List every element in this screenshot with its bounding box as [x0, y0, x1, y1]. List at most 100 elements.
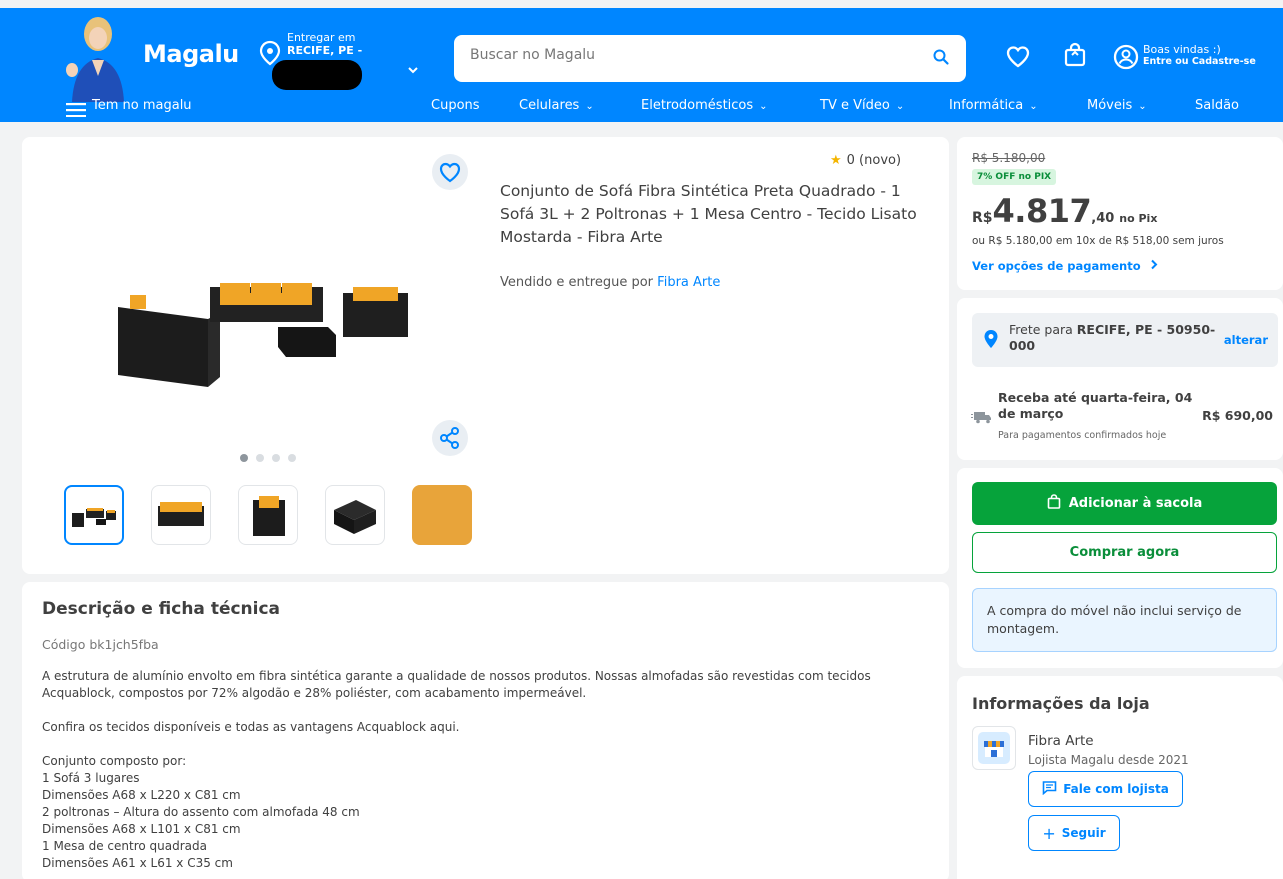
- chevron-down-icon: ⌄: [759, 101, 768, 112]
- user-icon[interactable]: [1113, 44, 1139, 70]
- description-card: Descrição e ficha técnica Código bk1jch5…: [22, 582, 949, 879]
- pix-label: no Pix: [1119, 212, 1158, 225]
- description-title: Descrição e ficha técnica: [42, 599, 281, 619]
- buy-now-button[interactable]: Comprar agora: [972, 532, 1277, 573]
- product-main-image[interactable]: [108, 247, 428, 397]
- nav-item-saldao[interactable]: Saldão: [1195, 98, 1239, 113]
- add-to-bag-label: Adicionar à sacola: [1068, 496, 1203, 511]
- old-price: R$ 5.180,00: [972, 151, 1046, 165]
- nav-item-tv-video[interactable]: TV e Vídeo ⌄: [820, 98, 904, 113]
- thumbnail[interactable]: [325, 485, 385, 545]
- seller-prefix: Vendido e entregue por: [500, 275, 654, 290]
- chevron-down-icon: ⌄: [585, 101, 594, 112]
- favorite-button[interactable]: [432, 154, 468, 190]
- truck-icon: [971, 409, 993, 424]
- location-city[interactable]: RECIFE, PE -: [287, 44, 362, 57]
- chat-with-seller-label: Fale com lojista: [1063, 782, 1169, 796]
- store-card: Informações da loja Fibra Arte Lojista M…: [957, 676, 1283, 879]
- description-line: Conjunto composto por:: [42, 754, 187, 768]
- chevron-down-icon[interactable]: [406, 62, 420, 76]
- current-price: R$4.817,40 no Pix: [972, 192, 1157, 230]
- nav-item-informatica[interactable]: Informática ⌄: [949, 98, 1038, 113]
- search-input[interactable]: [470, 47, 910, 63]
- freight-label: Frete para: [1009, 322, 1073, 337]
- magalu-logo[interactable]: Magalu: [143, 40, 239, 68]
- nav-label: Celulares: [519, 98, 580, 113]
- plus-icon: +: [1042, 823, 1056, 843]
- chevron-down-icon: ⌄: [1029, 101, 1038, 112]
- nav-label: TV e Vídeo: [820, 98, 890, 113]
- heart-icon[interactable]: [1005, 44, 1031, 70]
- nav-label: Saldão: [1195, 98, 1240, 113]
- pagination-dot[interactable]: [240, 454, 248, 462]
- shopping-bag-icon[interactable]: [1062, 42, 1088, 68]
- assembly-notice: A compra do móvel não inclui serviço de …: [972, 588, 1277, 652]
- store-name[interactable]: Fibra Arte: [1028, 733, 1094, 749]
- payment-confirm-note: Para pagamentos confirmados hoje: [998, 430, 1167, 441]
- description-line: Dimensões A68 x L101 x C81 cm: [42, 822, 241, 836]
- pagination-dot[interactable]: [272, 454, 280, 462]
- seller-link[interactable]: Fibra Arte: [657, 275, 720, 290]
- product-card: ★ 0 (novo) Conjunto de Sofá Fibra Sintéti…: [22, 137, 949, 574]
- nav-label: Móveis: [1087, 98, 1133, 113]
- welcome-greeting: Boas vindas :): [1143, 43, 1221, 56]
- change-address-link[interactable]: alterar: [1224, 333, 1268, 347]
- thumbnail[interactable]: [151, 485, 211, 545]
- product-rating[interactable]: ★ 0 (novo): [830, 153, 901, 168]
- location-pin-icon: [983, 329, 999, 349]
- price-currency: R$: [972, 210, 993, 226]
- store-logo[interactable]: [972, 726, 1016, 770]
- share-button[interactable]: [432, 420, 468, 456]
- buy-card: Adicionar à sacola Comprar agora A compr…: [957, 468, 1283, 668]
- description-paragraph: A estrutura de alumínio envolto em fibra…: [42, 669, 871, 700]
- chevron-right-icon: [1149, 259, 1159, 273]
- redacted-block: [272, 60, 362, 90]
- nav-label: Eletrodomésticos: [641, 98, 754, 113]
- nav-menu-label[interactable]: Tem no magalu: [92, 98, 192, 113]
- thumbnail[interactable]: [64, 485, 124, 545]
- top-header: Magalu Entregar em RECIFE, PE - Boas vin…: [0, 8, 1283, 122]
- price-decimal: ,40: [1091, 211, 1115, 226]
- description-list: Conjunto composto por: 1 Sofá 3 lugares …: [42, 753, 922, 872]
- category-nav: Tem no magalu Cupons Celulares ⌄ Eletrodo…: [0, 98, 1283, 124]
- freight-destination: Frete para RECIFE, PE - 50950-000: [1009, 322, 1219, 354]
- thumbnail[interactable]: [412, 485, 472, 545]
- nav-item-eletrodomesticos[interactable]: Eletrodomésticos ⌄: [641, 98, 768, 113]
- discount-badge: 7% OFF no PIX: [972, 169, 1057, 185]
- location-label[interactable]: Entregar em: [287, 31, 356, 44]
- payment-options-label: Ver opções de pagamento: [972, 259, 1141, 273]
- follow-store-button[interactable]: + Seguir: [1028, 815, 1120, 851]
- chevron-down-icon: ⌄: [1138, 101, 1147, 112]
- description-line: Dimensões A61 x L61 x C35 cm: [42, 856, 233, 870]
- freight-box: Frete para RECIFE, PE - 50950-000 altera…: [972, 313, 1278, 367]
- login-link[interactable]: Entre ou Cadastre-se: [1143, 56, 1256, 68]
- add-to-bag-button[interactable]: Adicionar à sacola: [972, 482, 1277, 525]
- chevron-down-icon: ⌄: [895, 101, 905, 112]
- installment-info: ou R$ 5.180,00 em 10x de R$ 518,00 sem j…: [972, 235, 1224, 247]
- description-line: 1 Sofá 3 lugares: [42, 771, 140, 785]
- welcome-text[interactable]: Boas vindas :) Entre ou Cadastre-se: [1143, 44, 1256, 68]
- description-paragraph: Confira os tecidos disponíveis e todas a…: [42, 720, 460, 734]
- chat-icon: [1042, 780, 1057, 798]
- product-code: Código bk1jch5fba: [42, 637, 159, 652]
- price-integer: 4.817: [992, 192, 1092, 230]
- seller-info: Vendido e entregue por Fibra Arte: [500, 275, 720, 290]
- search-icon[interactable]: [932, 48, 950, 66]
- payment-options-link[interactable]: Ver opções de pagamento: [972, 259, 1159, 273]
- pagination-dot[interactable]: [256, 454, 264, 462]
- shipping-price: R$ 690,00: [1202, 408, 1273, 423]
- nav-item-moveis[interactable]: Móveis ⌄: [1087, 98, 1147, 113]
- chat-with-seller-button[interactable]: Fale com lojista: [1028, 771, 1183, 807]
- nav-item-celulares[interactable]: Celulares ⌄: [519, 98, 594, 113]
- follow-label: Seguir: [1061, 826, 1106, 840]
- product-title: Conjunto de Sofá Fibra Sintética Preta Q…: [500, 182, 917, 246]
- thumbnail[interactable]: [238, 485, 298, 545]
- nav-label: Informática: [949, 98, 1024, 113]
- nav-item-cupons[interactable]: Cupons: [431, 98, 480, 113]
- star-icon: ★: [830, 153, 842, 168]
- pagination-dot[interactable]: [288, 454, 296, 462]
- shipping-card: Frete para RECIFE, PE - 50950-000 altera…: [957, 298, 1283, 460]
- description-line: 2 poltronas – Altura do assento com almo…: [42, 805, 360, 819]
- price-card: R$ 5.180,00 7% OFF no PIX R$4.817,40 no P…: [957, 137, 1283, 290]
- menu-icon[interactable]: [66, 102, 86, 118]
